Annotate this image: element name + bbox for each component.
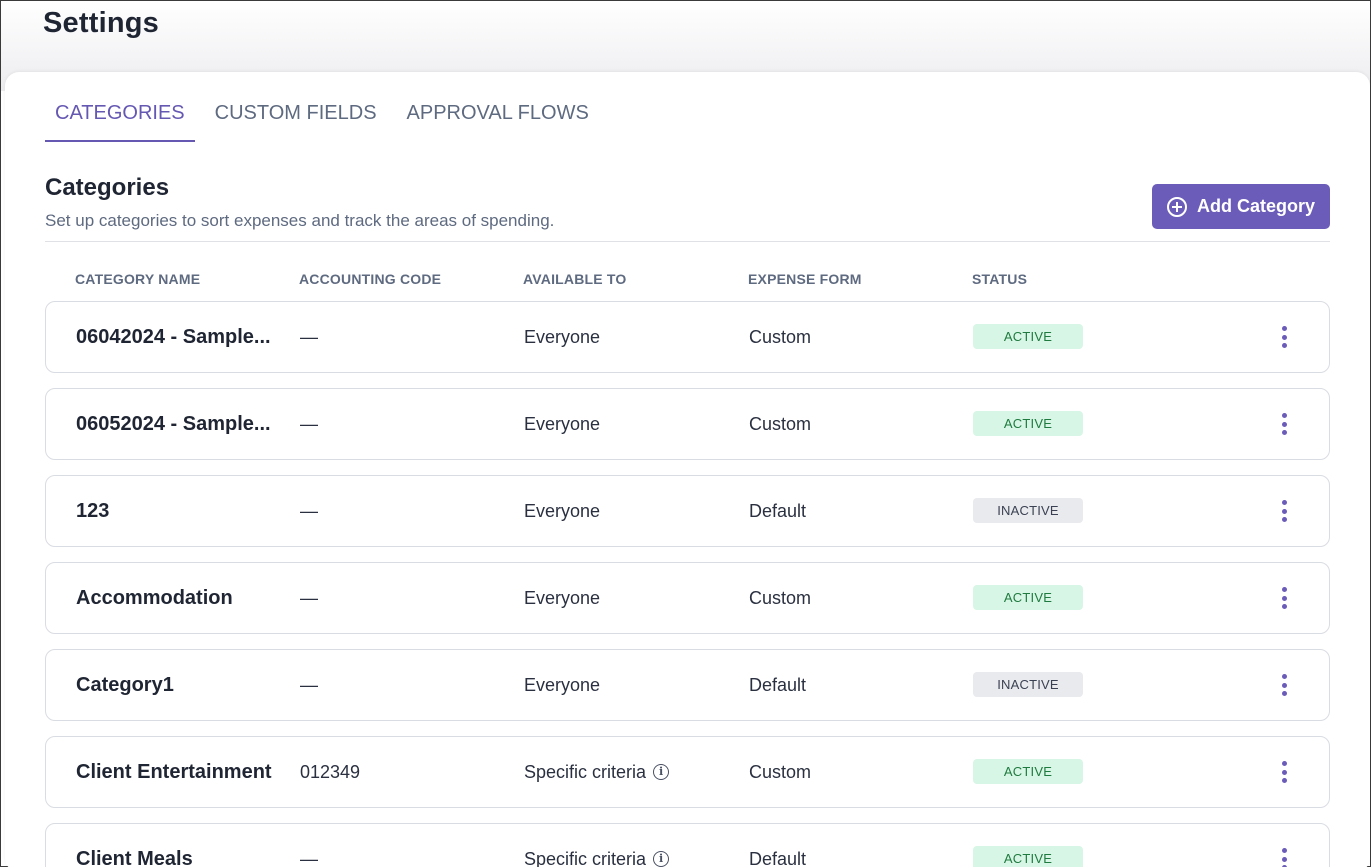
category-name: Accommodation	[76, 587, 233, 609]
expense-form: Custom	[749, 414, 812, 434]
available-to-text: Everyone	[524, 675, 601, 695]
more-options-icon[interactable]	[1272, 324, 1296, 350]
more-options-icon[interactable]	[1272, 585, 1296, 611]
available-to-text: Everyone	[524, 414, 601, 434]
table-header: CATEGORY NAME ACCOUNTING CODE AVAILABLE …	[45, 271, 1330, 291]
available-to: Everyone	[524, 563, 600, 633]
accounting-code: 012349	[300, 762, 361, 782]
table-row[interactable]: Category1 — Everyone Default INACTIVE	[45, 649, 1330, 721]
expense-form: Custom	[749, 762, 812, 782]
kebab-dot	[1281, 343, 1287, 348]
kebab-dot	[1281, 517, 1287, 522]
more-options-icon[interactable]	[1272, 411, 1296, 437]
info-icon[interactable]: i	[653, 851, 670, 867]
page-title: Settings	[43, 7, 159, 39]
kebab-dot	[1281, 604, 1287, 609]
add-category-label: Add Category	[1196, 196, 1315, 216]
available-to-text: Everyone	[524, 501, 601, 521]
section-title: Categories	[45, 174, 170, 201]
plus-circle-icon	[1166, 196, 1187, 217]
header-accounting-code: ACCOUNTING CODE	[299, 271, 442, 287]
accounting-code: —	[300, 675, 318, 695]
category-name: Client Meals	[76, 848, 193, 867]
available-to-text: Everyone	[524, 588, 601, 608]
kebab-dot	[1281, 761, 1287, 766]
table-row[interactable]: Client Meals — Specific criteria i Default AC…	[45, 823, 1330, 867]
status-badge: ACTIVE	[973, 324, 1083, 349]
header-expense-form: EXPENSE FORM	[748, 271, 862, 287]
more-options-icon[interactable]	[1272, 846, 1296, 867]
category-name: 123	[76, 500, 110, 522]
kebab-dot	[1281, 421, 1287, 427]
accounting-code: —	[300, 588, 318, 608]
expense-form: Custom	[749, 327, 812, 347]
available-to: Everyone	[524, 650, 600, 720]
more-options-icon[interactable]	[1272, 672, 1296, 698]
expense-form: Default	[749, 675, 807, 695]
category-name: 06042024 - Sample...	[76, 326, 271, 348]
category-name: Client Entertainment	[76, 761, 272, 783]
status-badge: ACTIVE	[973, 846, 1083, 867]
kebab-dot	[1281, 413, 1287, 418]
header-available-to: AVAILABLE TO	[523, 271, 627, 287]
header-status: STATUS	[972, 271, 1028, 287]
status-badge: ACTIVE	[973, 411, 1083, 436]
available-to: Everyone	[524, 389, 600, 459]
status-badge: ACTIVE	[973, 585, 1083, 610]
available-to: Specific criteria i	[524, 824, 670, 867]
more-options-icon[interactable]	[1272, 759, 1296, 785]
divider	[45, 241, 1330, 242]
status-badge: ACTIVE	[973, 759, 1083, 784]
category-name: Category1	[76, 674, 174, 696]
accounting-code: —	[300, 501, 318, 521]
kebab-dot	[1281, 769, 1287, 775]
available-to: Everyone	[524, 476, 600, 546]
settings-card: CATEGORIES CUSTOM FIELDS APPROVAL FLOWS …	[5, 72, 1370, 867]
kebab-dot	[1281, 595, 1287, 601]
kebab-dot	[1281, 691, 1287, 696]
tab-custom-fields[interactable]: CUSTOM FIELDS	[205, 100, 387, 142]
status-badge: INACTIVE	[973, 672, 1083, 697]
kebab-dot	[1281, 587, 1287, 592]
tab-categories[interactable]: CATEGORIES	[45, 100, 195, 142]
table-row[interactable]: Client Entertainment 012349 Specific crite…	[45, 736, 1330, 808]
table-row[interactable]: 123 — Everyone Default INACTIVE	[45, 475, 1330, 547]
kebab-dot	[1281, 674, 1287, 679]
table-row[interactable]: 06052024 - Sample... — Everyone Custom ACTIV…	[45, 388, 1330, 460]
status-badge: INACTIVE	[973, 498, 1083, 523]
kebab-dot	[1281, 848, 1287, 853]
kebab-dot	[1281, 682, 1287, 688]
tab-approval-flows[interactable]: APPROVAL FLOWS	[397, 100, 599, 142]
add-category-button[interactable]: Add Category	[1152, 184, 1330, 229]
kebab-dot	[1281, 334, 1287, 340]
kebab-dot	[1281, 778, 1287, 783]
tab-bar: CATEGORIES CUSTOM FIELDS APPROVAL FLOWS	[45, 100, 609, 142]
header-category-name: CATEGORY NAME	[75, 271, 201, 287]
available-to: Everyone	[524, 302, 600, 372]
kebab-dot	[1281, 430, 1287, 435]
expense-form: Custom	[749, 588, 812, 608]
kebab-dot	[1281, 508, 1287, 514]
kebab-dot	[1281, 856, 1287, 862]
available-to-text: Specific criteria	[524, 762, 647, 782]
kebab-dot	[1281, 500, 1287, 505]
accounting-code: —	[300, 327, 318, 347]
available-to-text: Specific criteria	[524, 849, 647, 867]
expense-form: Default	[749, 501, 807, 521]
accounting-code: —	[300, 414, 318, 434]
category-name: 06052024 - Sample...	[76, 413, 271, 435]
info-icon[interactable]: i	[653, 764, 670, 780]
available-to-text: Everyone	[524, 327, 601, 347]
table-row[interactable]: 06042024 - Sample... — Everyone Custom ACTIV…	[45, 301, 1330, 373]
available-to: Specific criteria i	[524, 737, 670, 807]
kebab-dot	[1281, 326, 1287, 331]
table-row[interactable]: Accommodation — Everyone Custom ACTIVE	[45, 562, 1330, 634]
section-description: Set up categories to sort expenses and t…	[45, 211, 555, 230]
expense-form: Default	[749, 849, 807, 867]
accounting-code: —	[300, 849, 318, 867]
more-options-icon[interactable]	[1272, 498, 1296, 524]
